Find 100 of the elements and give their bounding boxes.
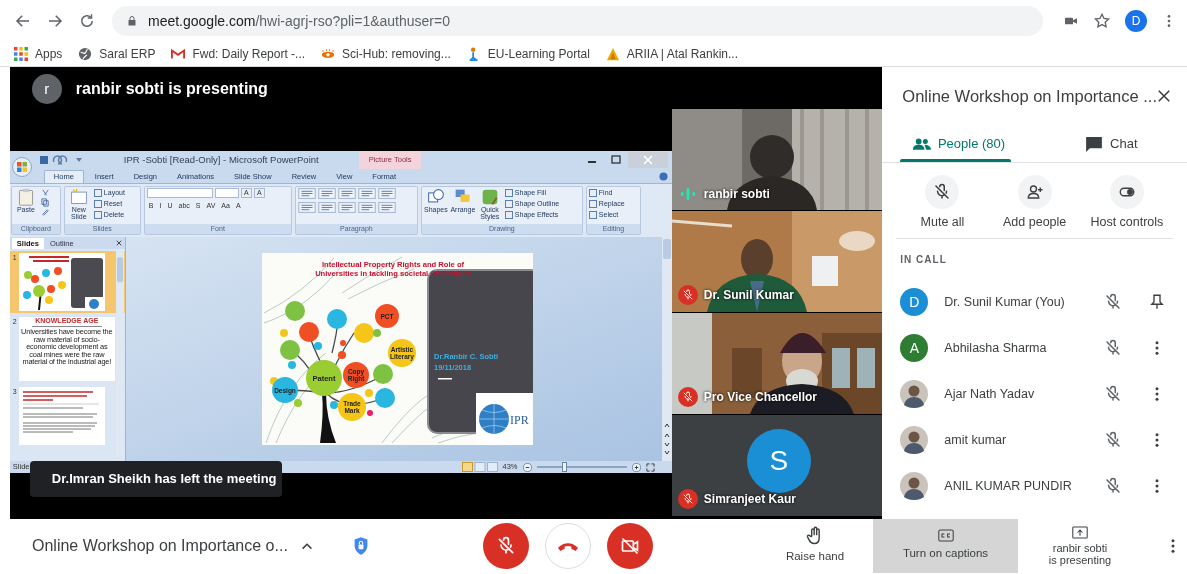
- panel-title: Online Workshop on Importance ...: [902, 85, 1157, 107]
- tool-icon[interactable]: [40, 208, 50, 217]
- bookmark-link[interactable]: EU-Learning Portal: [466, 45, 590, 63]
- close-icon[interactable]: [115, 240, 122, 246]
- align-icon[interactable]: [377, 188, 396, 199]
- bookmark-link[interactable]: Apps: [14, 45, 63, 63]
- square-icon: [93, 189, 102, 197]
- fit-icon[interactable]: [645, 462, 655, 472]
- participant-row[interactable]: amit kumar: [882, 417, 1187, 463]
- panel-tab[interactable]: Chat: [1034, 125, 1187, 162]
- globe-icon: [78, 47, 93, 61]
- chat-icon: [1084, 135, 1105, 152]
- close-icon[interactable]: [1157, 89, 1171, 103]
- square-icon: [588, 189, 597, 197]
- action-button[interactable]: Mute all: [896, 163, 989, 238]
- section-heading: IN CALL: [899, 252, 948, 267]
- triangle-icon: [605, 47, 620, 61]
- font-size-field[interactable]: [214, 188, 239, 198]
- shield-icon[interactable]: [352, 536, 369, 556]
- person-avatar-icon: [900, 472, 929, 500]
- square-icon: [504, 189, 513, 197]
- style-icon: [480, 188, 499, 206]
- align-icon[interactable]: [317, 188, 336, 199]
- participant-name: ANIL KUMAR PUNDIR: [944, 477, 1073, 495]
- align-icon[interactable]: [377, 202, 396, 213]
- profile-avatar[interactable]: D: [1125, 10, 1147, 32]
- apps-grid-icon: [14, 47, 28, 61]
- square-icon: [588, 200, 597, 208]
- align-icon[interactable]: [337, 188, 356, 199]
- presenting-text: ranbir sobti is presenting: [75, 79, 268, 99]
- participant-row[interactable]: Ajar Nath Yadav: [882, 371, 1187, 417]
- action-button[interactable]: Add people: [988, 163, 1081, 238]
- align-icon[interactable]: [317, 202, 336, 213]
- participant-row[interactable]: D Dr. Sunil Kumar (You): [882, 279, 1187, 325]
- bookmark-link[interactable]: ARIIA | Atal Rankin...: [605, 45, 739, 63]
- participant-name: Abhilasha Sharma: [944, 339, 1048, 357]
- bookmark-link[interactable]: Saral ERP: [78, 45, 156, 63]
- mic-off-icon: [933, 183, 952, 201]
- participant-name: Dr. Sunil Kumar (You): [944, 293, 1066, 311]
- participant-row[interactable]: A Abhilasha Sharma: [882, 325, 1187, 371]
- person-avatar-icon: [900, 426, 929, 454]
- notification-toast: Dr.Imran Sheikh has left the meeting: [29, 461, 282, 497]
- plus-icon[interactable]: [631, 462, 641, 472]
- eye-icon: [321, 47, 336, 61]
- camera-button[interactable]: [607, 523, 653, 569]
- square-icon: [588, 211, 597, 219]
- add-person-icon: [1025, 183, 1044, 201]
- help-icon[interactable]: [658, 172, 668, 181]
- captions-button[interactable]: Turn on captions: [873, 519, 1018, 573]
- phone-icon: [558, 541, 578, 551]
- action-button[interactable]: Host controls: [1080, 163, 1173, 238]
- shapes-icon: [426, 188, 445, 206]
- square-icon: [93, 200, 102, 208]
- slide-icon: [69, 188, 88, 206]
- slide-thumbnail[interactable]: [18, 253, 105, 311]
- captions-icon: [937, 529, 954, 543]
- window-title: IPR -Sobti [Read-Only] - Microsoft PowerPoint: [123, 152, 319, 167]
- clipboard-icon: [16, 188, 35, 206]
- forward-icon[interactable]: [46, 12, 64, 30]
- star-icon[interactable]: [1093, 12, 1111, 30]
- align-icon[interactable]: [297, 188, 316, 199]
- scrollbar[interactable]: [661, 237, 672, 461]
- tool-icon[interactable]: [40, 188, 50, 197]
- lock-icon: [126, 15, 138, 27]
- reload-icon[interactable]: [78, 12, 96, 30]
- participant-name: Ajar Nath Yadav: [944, 385, 1036, 403]
- bookmark-link[interactable]: Sci-Hub: removing...: [321, 45, 451, 63]
- user-avatar: A: [900, 334, 929, 362]
- participant-name: amit kumar: [944, 431, 1008, 449]
- person-avatar-icon: [900, 380, 929, 408]
- present-button[interactable]: ranbir sobti is presenting: [1020, 519, 1140, 573]
- bookmark-link[interactable]: Fwd: Daily Report -...: [171, 45, 306, 63]
- align-icon[interactable]: [357, 202, 376, 213]
- square-icon: [93, 211, 102, 219]
- panel-tab[interactable]: People (80): [882, 125, 1035, 162]
- address-bar[interactable]: meet.google.com/hwi-agrj-rso?pli=1&authuser=0: [112, 6, 1043, 36]
- font-name-field[interactable]: [146, 188, 213, 198]
- align-icon[interactable]: [357, 188, 376, 199]
- slide-thumbnail[interactable]: [18, 387, 105, 445]
- user-avatar: S: [746, 429, 811, 493]
- microphone-button[interactable]: [483, 523, 529, 569]
- tool-icon[interactable]: [40, 198, 50, 207]
- logo: IPR: [475, 393, 533, 445]
- minus-icon[interactable]: [522, 462, 532, 472]
- mail-icon: [171, 47, 186, 61]
- back-icon[interactable]: [14, 12, 32, 30]
- user-avatar: D: [900, 288, 929, 316]
- hang-up-button[interactable]: [545, 523, 591, 569]
- slider-thumb[interactable]: [562, 462, 568, 472]
- camera-off-icon: [620, 536, 640, 556]
- align-icon[interactable]: [297, 202, 316, 213]
- view-icon[interactable]: [461, 462, 498, 472]
- align-icon[interactable]: [337, 202, 356, 213]
- mic-off-icon: [496, 536, 516, 556]
- square-icon: [504, 211, 513, 219]
- participant-row[interactable]: ANIL KUMAR PUNDIR: [882, 463, 1187, 509]
- url-text: meet.google.com/hwi-agrj-rso?pli=1&authuser=0: [148, 11, 450, 31]
- user-avatar: r: [31, 74, 62, 104]
- present-icon: [1072, 526, 1088, 539]
- raise-hand-button[interactable]: Raise hand: [775, 519, 855, 573]
